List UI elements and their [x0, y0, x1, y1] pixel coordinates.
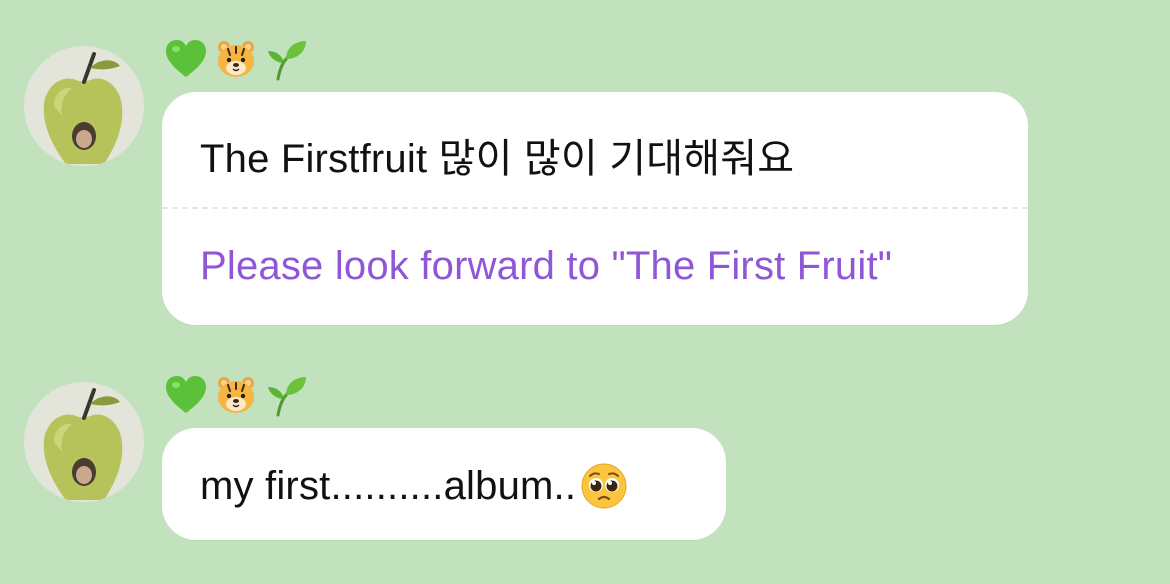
- message-content: my first..........album..: [200, 462, 628, 510]
- seedling-icon: [268, 41, 306, 81]
- message-text: my first..........album..: [200, 463, 577, 508]
- message-bubble[interactable]: my first..........album..: [162, 428, 726, 540]
- sender-name: [164, 34, 308, 84]
- tiger-face-icon: [218, 41, 254, 77]
- avatar[interactable]: [24, 382, 144, 502]
- translation-divider: [162, 207, 1028, 209]
- seedling-icon: [268, 377, 306, 417]
- tiger-face-icon: [218, 377, 254, 413]
- message-bubble[interactable]: The Firstfruit 많이 많이 기대해줘요 Please look f…: [162, 92, 1028, 325]
- message-text: The Firstfruit 많이 많이 기대해줘요: [200, 137, 795, 181]
- apple-costume-avatar-image: [24, 46, 144, 166]
- translation-text: Please look forward to "The First Fruit": [200, 244, 893, 288]
- sender-name: [164, 370, 308, 420]
- apple-costume-avatar-image: [24, 382, 144, 502]
- pleading-face-icon: [581, 463, 627, 509]
- green-heart-icon: [166, 40, 206, 77]
- green-heart-icon: [166, 376, 206, 413]
- avatar[interactable]: [24, 46, 144, 166]
